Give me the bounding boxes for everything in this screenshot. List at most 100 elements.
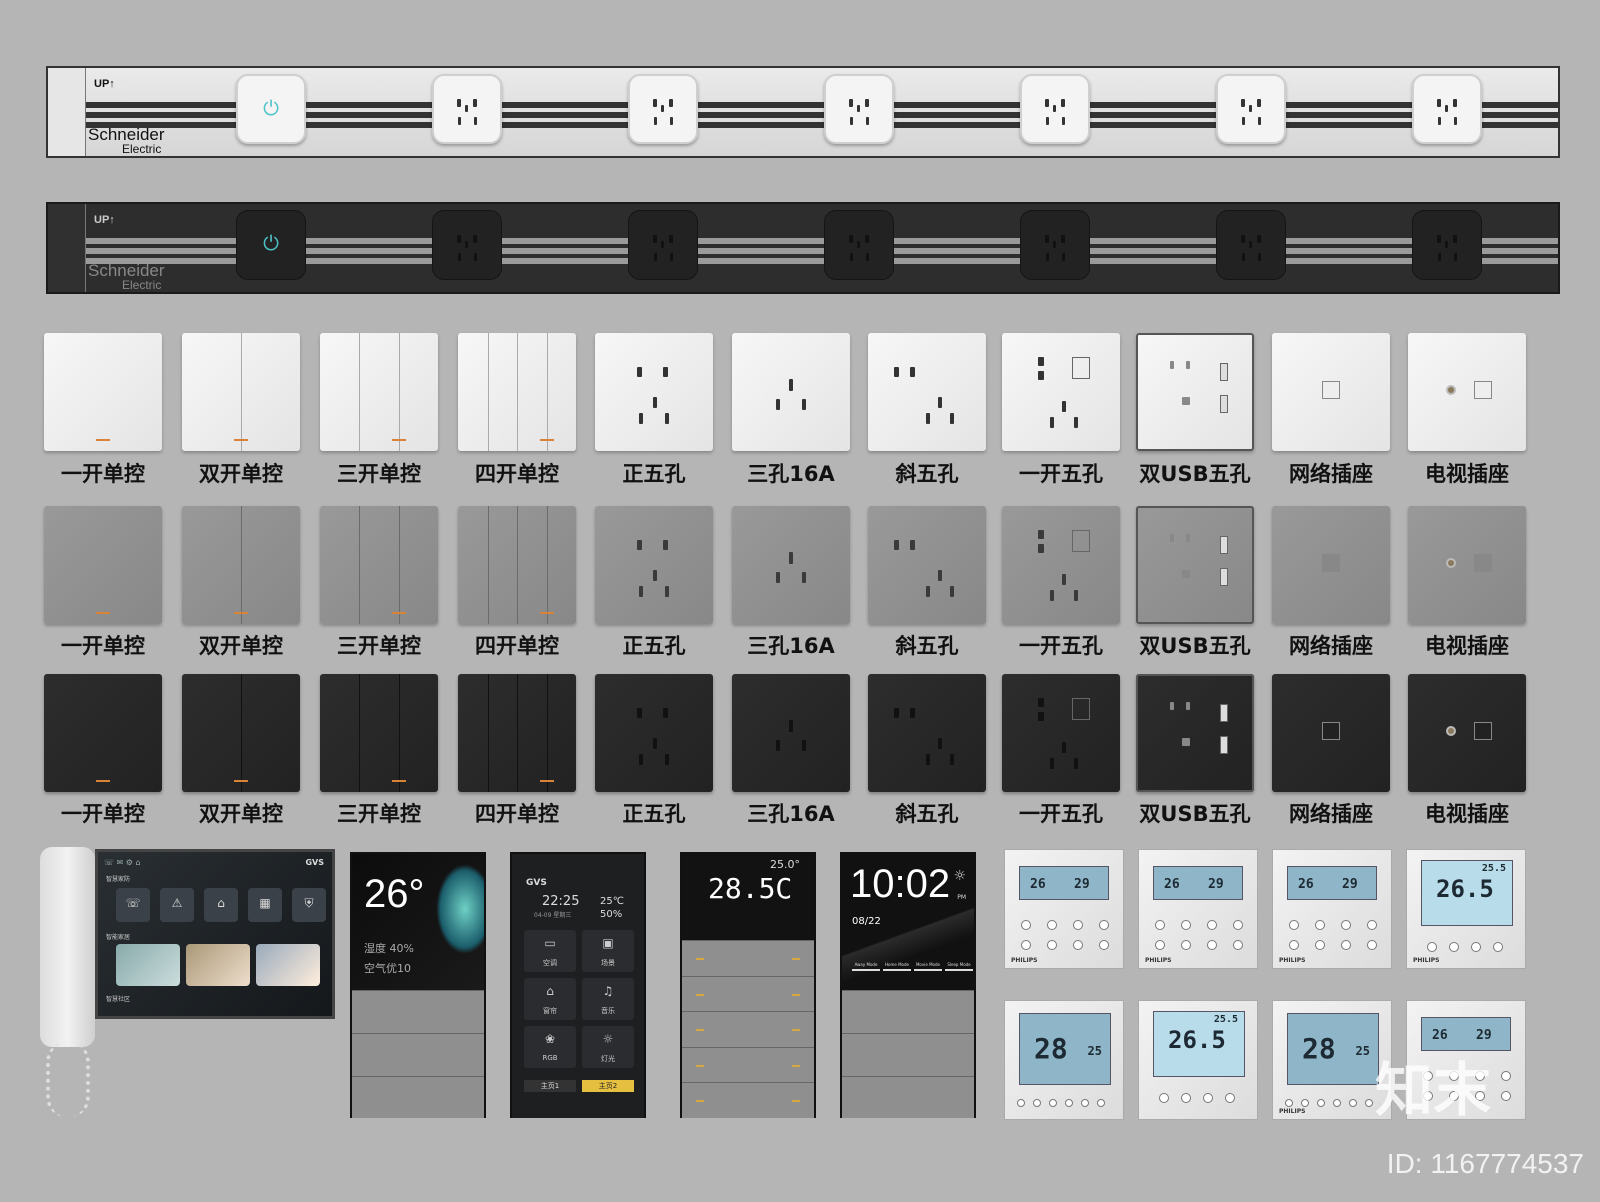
rocker-key[interactable] (1072, 530, 1090, 552)
strip-socket[interactable] (1216, 74, 1286, 144)
thermostat-button[interactable] (1315, 920, 1325, 930)
panel-key[interactable] (842, 990, 974, 1033)
usb-port[interactable] (1220, 704, 1228, 722)
panel-three16[interactable] (732, 506, 850, 624)
strip-socket[interactable] (824, 210, 894, 280)
strip-socket[interactable] (824, 74, 894, 144)
thermostat[interactable]: 26 29 PHILIPS (1272, 849, 1392, 969)
thermostat-button[interactable] (1099, 920, 1109, 930)
panel-five[interactable] (595, 506, 713, 624)
thermostat-button[interactable] (1073, 920, 1083, 930)
rj45-port[interactable] (1322, 554, 1340, 572)
thermostat-button[interactable] (1097, 1099, 1105, 1107)
panel-s3[interactable] (320, 333, 438, 451)
thermostat[interactable]: 26.5 25.5 PHILIPS (1406, 849, 1526, 969)
thermostat[interactable]: 28 25 PHILIPS (1272, 1000, 1392, 1120)
thermostat-button[interactable] (1017, 1099, 1025, 1107)
panel-oneFive[interactable] (1002, 333, 1120, 451)
gvs-tile[interactable]: ▭ 空调 (524, 930, 576, 972)
thermostat-button[interactable] (1341, 920, 1351, 930)
strip-socket[interactable] (628, 74, 698, 144)
mode-button[interactable]: Away Mode (852, 962, 880, 971)
tile-alarm[interactable]: ⚠ (160, 888, 194, 922)
thermostat-button[interactable] (1333, 1099, 1341, 1107)
thermostat[interactable]: 26 29 PHILIPS (1138, 849, 1258, 969)
panel-key[interactable] (682, 975, 814, 1012)
strip-socket[interactable] (1216, 210, 1286, 280)
mode-button[interactable]: Sleep Mode (945, 962, 973, 971)
panel-s4[interactable] (458, 333, 576, 451)
strip-socket[interactable] (628, 210, 698, 280)
thermostat-button[interactable] (1289, 920, 1299, 930)
thermostat[interactable]: 26 29 PHILIPS (1004, 849, 1124, 969)
thermostat-button[interactable] (1155, 940, 1165, 950)
panel-key[interactable] (352, 990, 484, 1033)
panel-key[interactable] (842, 1033, 974, 1076)
tab-home1[interactable]: 主页1 (524, 1080, 576, 1092)
panel-key[interactable] (352, 1033, 484, 1076)
tv-port[interactable] (1446, 558, 1456, 568)
panel-s2[interactable] (182, 674, 300, 792)
thermostat-button[interactable] (1225, 1093, 1235, 1103)
panel-usb[interactable] (1136, 674, 1254, 792)
thermostat-button[interactable] (1073, 940, 1083, 950)
thermostat-button[interactable] (1367, 940, 1377, 950)
rj-port[interactable] (1474, 722, 1492, 740)
usb-port[interactable] (1220, 363, 1228, 381)
thermostat-button[interactable] (1181, 920, 1191, 930)
thermostat-button[interactable] (1049, 1099, 1057, 1107)
panel-key[interactable] (352, 1076, 484, 1118)
panel-screen[interactable]: GVS 22:25 04-09 星期三 25℃ 50% ▭ 空调 ▣ 场景 ⌂ 窗帘 ♫ 音乐… (512, 854, 644, 1118)
thermostat-button[interactable] (1159, 1093, 1169, 1103)
panel-three16[interactable] (732, 333, 850, 451)
thermostat-button[interactable] (1367, 920, 1377, 930)
thermostat-button[interactable] (1365, 1099, 1373, 1107)
thermostat-button[interactable] (1289, 940, 1299, 950)
tv-port[interactable] (1446, 726, 1456, 736)
tab-home2[interactable]: 主页2 (582, 1080, 634, 1092)
panel-three16[interactable] (732, 674, 850, 792)
usb-port[interactable] (1220, 736, 1228, 754)
gvs-tile[interactable]: ⌂ 窗帘 (524, 978, 576, 1020)
panel-s4[interactable] (458, 506, 576, 624)
panel-oneFive[interactable] (1002, 506, 1120, 624)
panel-slant[interactable] (868, 333, 986, 451)
strip-socket[interactable] (1020, 74, 1090, 144)
panel-screen[interactable]: 10:02 PM ☼ 08/22 Away Mode Home Mode Movie… (842, 854, 974, 990)
tile-call[interactable]: ☏ (116, 888, 150, 922)
usb-port[interactable] (1220, 568, 1228, 586)
thermostat-button[interactable] (1203, 1093, 1213, 1103)
gvs-tile[interactable]: ▣ 场景 (582, 930, 634, 972)
panel-tv[interactable] (1408, 333, 1526, 451)
photo-car[interactable] (256, 944, 320, 986)
thermostat-button[interactable] (1427, 942, 1437, 952)
tile-away[interactable]: ▦ (248, 888, 282, 922)
thermostat-button[interactable] (1493, 942, 1503, 952)
mode-button[interactable]: Home Mode (883, 962, 911, 971)
thermostat-button[interactable] (1155, 920, 1165, 930)
panel-net[interactable] (1272, 333, 1390, 451)
mode-button[interactable]: Movie Mode (914, 962, 942, 971)
panel-net[interactable] (1272, 674, 1390, 792)
thermostat-button[interactable] (1207, 920, 1217, 930)
tile-home[interactable]: ⌂ (204, 888, 238, 922)
intercom-handset[interactable] (40, 847, 95, 1047)
panel-s4[interactable] (458, 674, 576, 792)
tile-disarm[interactable]: ⛨ (292, 888, 326, 922)
thermostat-button[interactable] (1449, 942, 1459, 952)
thermostat-button[interactable] (1349, 1099, 1357, 1107)
panel-key[interactable] (682, 940, 814, 976)
panel-screen[interactable]: 25.0° 28.5C (682, 854, 814, 940)
panel-oneFive[interactable] (1002, 674, 1120, 792)
panel-s3[interactable] (320, 674, 438, 792)
thermostat-button[interactable] (1233, 920, 1243, 930)
panel-s3[interactable] (320, 506, 438, 624)
photo-house[interactable] (116, 944, 180, 986)
thermostat[interactable]: 26.5 25.5 (1138, 1000, 1258, 1120)
gvs-tile[interactable]: ☼ 灯光 (582, 1026, 634, 1068)
thermostat-button[interactable] (1181, 940, 1191, 950)
thermostat-button[interactable] (1081, 1099, 1089, 1107)
thermostat-button[interactable] (1471, 942, 1481, 952)
thermostat-button[interactable] (1033, 1099, 1041, 1107)
usb-port[interactable] (1220, 395, 1228, 413)
